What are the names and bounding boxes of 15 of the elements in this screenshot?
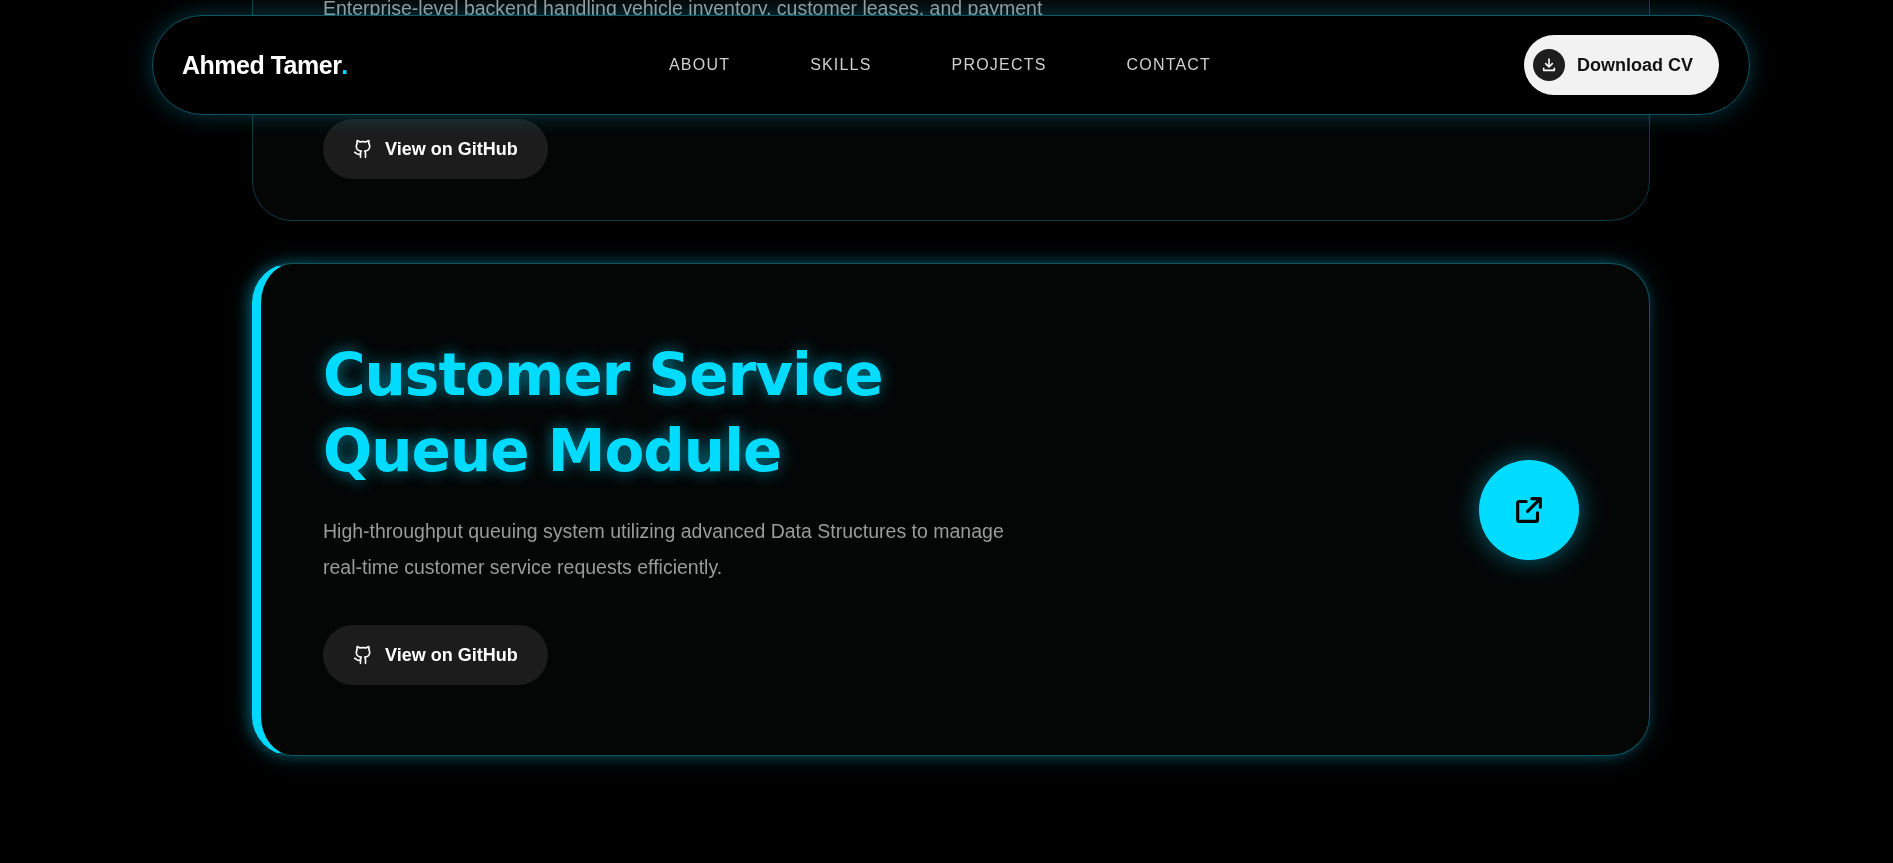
nav-link[interactable]: ABOUT (669, 56, 731, 74)
project-description: High-throughput queuing system utilizing advanced Data Structures to manage (323, 519, 1004, 544)
github-button[interactable]: View on GitHub (323, 625, 548, 685)
nav-link[interactable]: PROJECTS (951, 56, 1047, 74)
github-button[interactable]: View on GitHub (323, 119, 548, 179)
github-icon (353, 645, 373, 665)
external-link-button[interactable] (1479, 459, 1579, 560)
brand-logo[interactable]: Ahmed Tamer. (182, 50, 669, 80)
nav-link[interactable]: CONTACT (1126, 56, 1212, 74)
nav-link[interactable]: SKILLS (810, 56, 872, 74)
project-description: real-time customer service requests efficiently. (323, 555, 724, 580)
download-icon (1533, 49, 1565, 81)
download-cv-button[interactable]: Download CV (1524, 35, 1719, 95)
github-icon (353, 139, 373, 159)
project-title: Customer Service Queue Module (323, 340, 884, 487)
